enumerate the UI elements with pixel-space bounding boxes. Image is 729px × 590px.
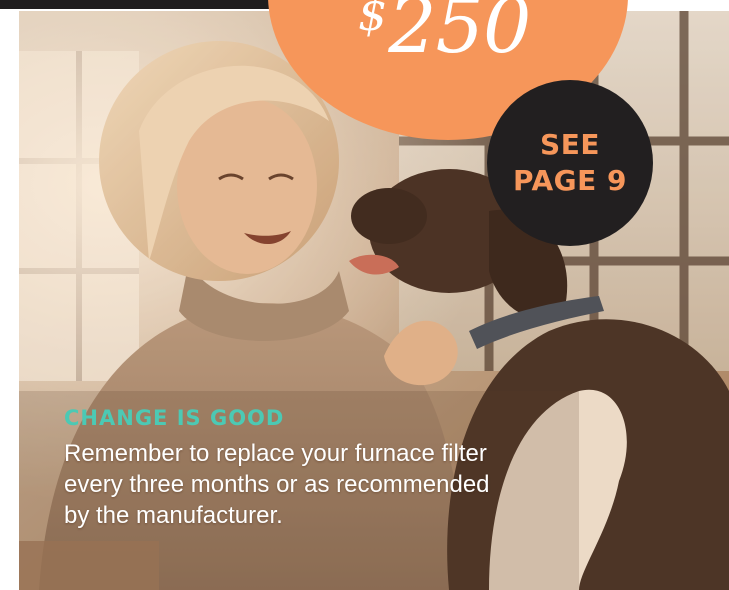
price-currency: $ <box>358 0 387 41</box>
see-page-badge: SEE PAGE 9 <box>487 80 653 246</box>
caption-heading: CHANGE IS GOOD <box>64 406 285 430</box>
see-page-line-2: PAGE 9 <box>513 164 627 197</box>
photo-caption: CHANGE IS GOOD Remember to replace your … <box>64 404 544 531</box>
caption-line: Remember to replace your furnace filter <box>64 440 487 467</box>
caption-body: Remember to replace your furnace filter … <box>64 438 544 531</box>
see-page-line-1: SEE <box>540 128 600 161</box>
magazine-page: $250 SEE PAGE 9 CHANGE IS GOOD Remember … <box>0 0 729 590</box>
price-value: 250 <box>388 0 531 70</box>
caption-line: by the manufacturer. <box>64 502 283 529</box>
top-rule <box>0 0 290 9</box>
caption-line: every three months or as recommended <box>64 471 490 498</box>
price-amount: $250 <box>358 0 531 64</box>
